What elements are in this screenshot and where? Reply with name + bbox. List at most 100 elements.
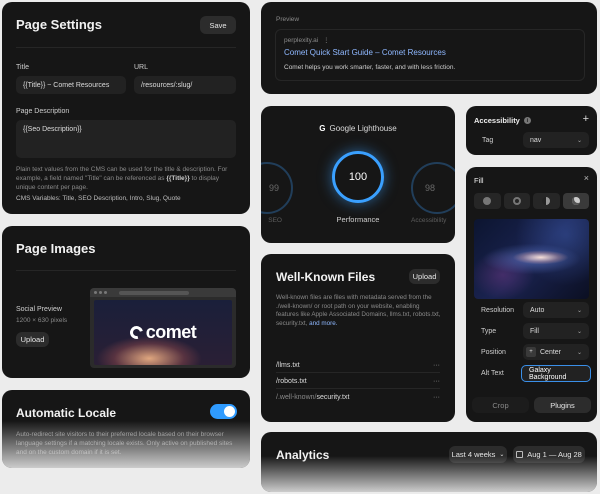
page-images-card: Page Images Social Preview 1200 × 630 pi…	[2, 226, 250, 378]
browser-bar	[90, 288, 236, 297]
accessibility-score: 98	[424, 183, 435, 193]
fill-image-segment[interactable]	[562, 193, 589, 209]
chevron-down-icon: ⌄	[576, 307, 582, 314]
close-icon[interactable]: ×	[584, 173, 589, 183]
resolution-select[interactable]: Auto ⌄	[523, 302, 589, 318]
description-textarea[interactable]: {{Seo Description}}	[16, 120, 236, 158]
preview-link[interactable]: Comet Quick Start Guide – Comet Resource…	[284, 48, 446, 57]
date-range-value: Aug 1 — Aug 28	[527, 450, 582, 459]
performance-gauge: 100	[332, 151, 384, 203]
calendar-icon	[516, 451, 524, 458]
accessibility-title: Accessibility	[474, 116, 520, 125]
social-preview-image: comet	[90, 288, 236, 368]
tag-label: Tag	[482, 137, 494, 144]
lighthouse-header: G Google Lighthouse	[261, 124, 455, 133]
seo-score: 99	[268, 183, 279, 193]
divider	[16, 270, 236, 271]
locale-title: Automatic Locale	[16, 406, 117, 420]
divider	[16, 47, 236, 48]
title-input[interactable]: {{Title}} ~ Comet Resources	[16, 76, 126, 94]
fill-solid-segment[interactable]	[474, 193, 501, 209]
locale-toggle[interactable]	[210, 404, 237, 419]
file-row[interactable]: /robots.txt ···	[276, 374, 440, 388]
chevron-down-icon: ⌄	[499, 452, 505, 458]
more-vertical-icon[interactable]: ⋮	[323, 37, 330, 44]
url-label: URL	[134, 64, 149, 71]
well-known-card: Well-Known Files Upload Well-known files…	[261, 254, 455, 422]
file-row[interactable]: /llms.txt ···	[276, 358, 440, 372]
well-known-title: Well-Known Files	[276, 270, 376, 284]
file-prefix: /.well-known/	[276, 393, 317, 401]
analytics-card: Analytics Last 4 weeks ⌄ Aug 1 — Aug 28	[261, 432, 597, 492]
page-settings-card: Page Settings Save Title {{Title}} ~ Com…	[2, 2, 250, 214]
crop-button[interactable]: Crop	[472, 397, 529, 413]
file-name: /robots.txt	[276, 377, 307, 385]
preview-card: Preview perplexity.ai ⋮ Comet Quick Star…	[261, 2, 597, 94]
well-known-description: Well-known files are files with metadata…	[276, 294, 442, 328]
accessibility-header: Accessibility i	[474, 116, 531, 125]
fill-title: Fill	[474, 176, 484, 185]
url-input[interactable]: /resources/:slug/	[134, 76, 236, 94]
more-link[interactable]: and more.	[309, 320, 337, 327]
alt-text-input[interactable]: Galaxy Background	[521, 365, 591, 382]
preview-label: Preview	[276, 16, 300, 23]
more-horizontal-icon[interactable]: ···	[433, 378, 440, 385]
range-value: Last 4 weeks	[451, 450, 496, 459]
fill-linear-segment[interactable]	[503, 193, 530, 209]
type-value: Fill	[530, 327, 539, 335]
help-token: {{Title}}	[166, 175, 190, 182]
page-settings-title: Page Settings	[16, 17, 102, 32]
locale-description: Auto-redirect site visitors to their pre…	[16, 431, 233, 456]
page-images-title: Page Images	[16, 241, 96, 256]
resolution-value: Auto	[530, 306, 545, 314]
google-icon: G	[319, 124, 326, 133]
date-range-button[interactable]: Aug 1 — Aug 28	[513, 446, 585, 463]
center-anchor-icon: +	[526, 347, 536, 357]
accessibility-gauge: 98	[411, 162, 455, 214]
search-result-preview: perplexity.ai ⋮ Comet Quick Start Guide …	[275, 29, 585, 81]
automatic-locale-card: Automatic Locale Auto-redirect site visi…	[2, 390, 250, 468]
file-row[interactable]: /.well-known/security.txt ···	[276, 390, 440, 404]
more-horizontal-icon[interactable]: ···	[433, 394, 440, 401]
type-label: Type	[481, 328, 497, 335]
file-name: security.txt	[316, 393, 350, 401]
preview-description: Comet helps you work smarter, faster, an…	[284, 64, 456, 71]
chevron-down-icon: ⌄	[576, 328, 582, 335]
tag-select[interactable]: nav ⌄	[523, 132, 589, 148]
fill-type-segments	[474, 193, 589, 209]
help-text: Plain text values from the CMS can be us…	[16, 165, 238, 192]
cms-variables: CMS Variables: Title, SEO Description, I…	[16, 195, 181, 202]
galaxy-image	[474, 219, 589, 299]
lighthouse-card: G Google Lighthouse 99 SEO 100 Performan…	[261, 106, 455, 243]
range-select[interactable]: Last 4 weeks ⌄	[449, 446, 507, 463]
well-known-description-text: Well-known files are files with metadata…	[276, 294, 441, 327]
fill-radial-segment[interactable]	[533, 193, 560, 209]
position-label: Position	[481, 349, 506, 356]
info-icon: i	[523, 117, 531, 124]
alt-text-label: Alt Text	[481, 370, 504, 377]
chevron-down-icon: ⌄	[576, 137, 582, 144]
type-select[interactable]: Fill ⌄	[523, 323, 589, 339]
comet-banner: comet	[94, 300, 232, 365]
social-preview-label: Social Preview	[16, 306, 62, 313]
fill-card: Fill × Resolution Auto ⌄ Type Fill ⌄ Pos…	[466, 167, 597, 422]
toggle-knob	[224, 406, 235, 417]
performance-score: 100	[348, 171, 368, 183]
position-value-wrap: + Center	[526, 347, 561, 357]
add-icon[interactable]: +	[583, 113, 589, 125]
plugins-button[interactable]: Plugins	[534, 397, 591, 413]
analytics-title: Analytics	[276, 448, 330, 462]
comet-brand: comet	[145, 322, 197, 342]
upload-button[interactable]: Upload	[16, 332, 49, 347]
tag-value: nav	[530, 136, 542, 144]
preview-domain: perplexity.ai ⋮	[284, 36, 330, 45]
accessibility-label: Accessibility	[411, 217, 447, 224]
position-select[interactable]: + Center ⌄	[523, 344, 589, 360]
upload-button[interactable]: Upload	[409, 269, 440, 284]
more-horizontal-icon[interactable]: ···	[433, 362, 440, 369]
save-button[interactable]: Save	[200, 16, 236, 34]
description-label: Page Description	[16, 108, 70, 115]
accessibility-card: Accessibility i + Tag nav ⌄	[466, 106, 597, 155]
preview-domain-text: perplexity.ai	[284, 37, 319, 44]
chevron-down-icon: ⌄	[576, 349, 582, 356]
